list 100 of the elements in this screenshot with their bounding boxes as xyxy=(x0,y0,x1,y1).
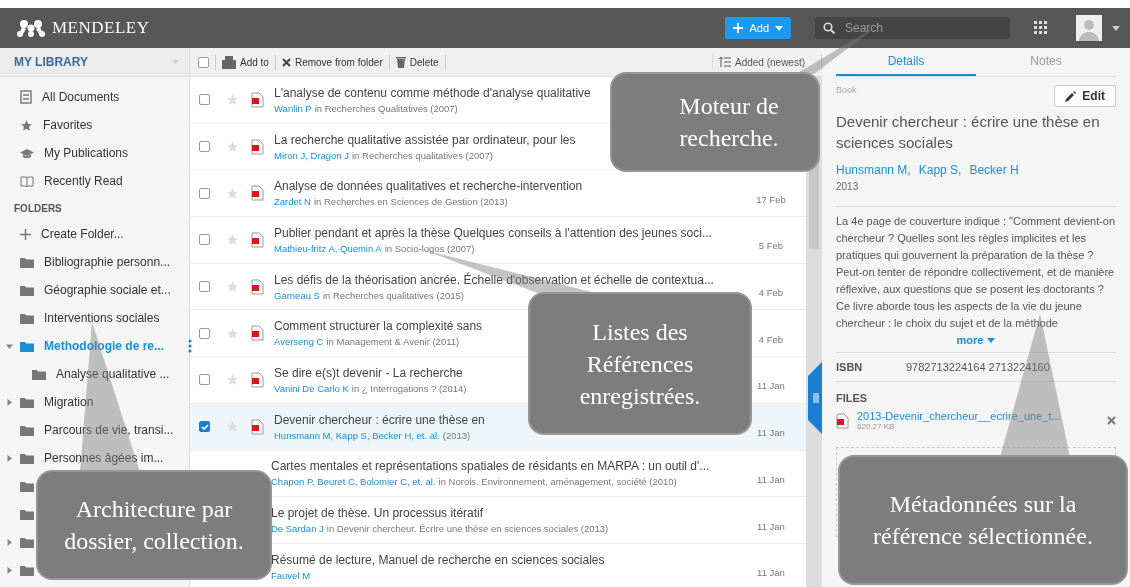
pdf-file-icon xyxy=(251,278,264,295)
folder-item[interactable]: Géographie sociale et... xyxy=(0,276,175,304)
author-list[interactable]: Garneau S xyxy=(274,289,320,301)
document-title[interactable]: Se dire e(s)t devenir - La recherche xyxy=(274,365,463,380)
row-checkbox[interactable] xyxy=(199,141,210,153)
search-field[interactable]: Search xyxy=(815,17,1010,39)
star-icon[interactable] xyxy=(226,140,239,154)
star-icon[interactable] xyxy=(226,93,239,107)
star-icon xyxy=(20,118,33,132)
document-title[interactable]: Publier pendant et après la thèse Quelques conseils à l'attention des jeunes soci... xyxy=(274,225,712,240)
pdf-file-icon xyxy=(251,185,264,202)
folder-icon xyxy=(20,508,34,520)
library-item[interactable]: Favorites xyxy=(0,111,97,139)
caret-icon[interactable] xyxy=(6,538,13,546)
caret-icon[interactable] xyxy=(1112,25,1120,31)
author-list[interactable]: Wanlin P xyxy=(274,102,312,114)
author-list[interactable]: Miron J, Dragon J xyxy=(274,149,349,161)
select-all-checkbox[interactable] xyxy=(198,56,209,68)
logo-text: MENDELEY xyxy=(52,18,150,38)
author-list[interactable]: De Sardan J xyxy=(271,523,324,535)
panel-collapse-handle[interactable] xyxy=(806,362,822,434)
document-type: Book xyxy=(836,85,857,95)
author-list[interactable]: Zardet N xyxy=(274,196,311,208)
folder-icon xyxy=(20,312,34,324)
library-item[interactable]: All Documents xyxy=(0,83,124,111)
folder-add-icon xyxy=(222,55,236,69)
document-title[interactable]: Analyse de données qualitatives et recherche-intervention xyxy=(274,179,583,194)
row-checkbox[interactable] xyxy=(199,421,210,433)
row-checkbox[interactable] xyxy=(199,94,210,106)
star-icon[interactable] xyxy=(226,186,239,200)
caret-icon[interactable] xyxy=(6,398,13,406)
caret-icon[interactable] xyxy=(6,454,13,462)
plus-icon xyxy=(20,228,31,240)
library-item[interactable]: Recently Read xyxy=(0,167,127,195)
create-folder-item[interactable]: Create Folder... xyxy=(0,220,128,248)
folders-heading: FOLDERS xyxy=(13,202,63,216)
close-icon[interactable] xyxy=(1107,416,1116,425)
date-added: 4 Feb xyxy=(758,287,784,299)
document-title[interactable]: Devenir chercheur : écrire une thèse en xyxy=(274,412,485,427)
pdf-file-icon xyxy=(251,325,264,342)
row-checkbox[interactable] xyxy=(199,374,210,386)
document-title[interactable]: Le projet de thèse. Un processus itératif xyxy=(271,506,484,521)
folder-item[interactable]: Analyse qualitative ... xyxy=(0,360,174,388)
row-checkbox[interactable] xyxy=(199,234,210,246)
folder-icon xyxy=(20,480,34,492)
author-list[interactable]: Chapon P, Beuret C, Bolomier C, et. al. xyxy=(271,476,436,488)
cross-icon xyxy=(281,57,291,67)
folder-icon xyxy=(20,424,34,436)
remove-from-folder-button[interactable]: Remove from folder xyxy=(275,54,390,70)
caret-icon[interactable] xyxy=(6,566,13,574)
folder-item[interactable]: Interventions sociales xyxy=(0,304,164,332)
date-added: 4 Feb xyxy=(758,333,784,345)
author-list[interactable]: Averseng C xyxy=(274,336,324,348)
library-item[interactable]: My Publications xyxy=(0,139,133,167)
folder-item[interactable]: Parcours de vie, transi... xyxy=(0,416,178,444)
delete-button[interactable]: Delete xyxy=(389,54,446,70)
folder-item[interactable]: Bibliographie personn... xyxy=(0,248,175,276)
row-checkbox[interactable] xyxy=(199,187,210,199)
author-list[interactable]: Mathieu-fritz A, Quemin A xyxy=(274,242,382,254)
apps-grid-icon[interactable] xyxy=(1034,21,1048,35)
pencil-icon xyxy=(1065,90,1077,102)
folder-icon xyxy=(20,256,34,268)
star-icon[interactable] xyxy=(226,280,239,294)
date-added: 17 Feb xyxy=(756,193,786,205)
folder-item[interactable]: Personnes âgées im... xyxy=(0,444,168,472)
edit-button[interactable]: Edit xyxy=(1054,85,1116,107)
author-list[interactable]: Vanini De Carlo K xyxy=(274,382,349,394)
folder-item[interactable]: Migration xyxy=(0,388,98,416)
row-checkbox[interactable] xyxy=(199,281,210,293)
document-title[interactable]: La recherche qualitative assistée par ordinateur, pour les xyxy=(274,132,576,147)
add-to-button[interactable]: Add to xyxy=(216,54,276,70)
isbn-label: ISBN xyxy=(836,361,864,373)
library-heading: MY LIBRARY xyxy=(14,55,88,69)
document-source: in ¿ Interrogations ? (2014) xyxy=(351,382,467,394)
date-added: 11 Jan xyxy=(757,473,785,485)
document-title[interactable]: Comment structurer la complexité sans xyxy=(274,319,483,334)
date-added: 11 Jan xyxy=(757,380,785,392)
more-options-icon[interactable] xyxy=(188,339,192,353)
row-checkbox[interactable] xyxy=(199,327,210,339)
star-icon[interactable] xyxy=(226,373,239,387)
star-icon[interactable] xyxy=(226,420,239,434)
folder-icon xyxy=(32,368,46,380)
document-title[interactable]: Les défis de la théorisation ancrée. Échelle d'observation et échelle de contextua... xyxy=(274,272,714,287)
pdf-file-icon xyxy=(251,91,264,108)
star-icon[interactable] xyxy=(226,233,239,247)
document-source: (2013) xyxy=(442,429,471,441)
document-title[interactable]: Résumé de lecture, Manuel de recherche en sciences sociales xyxy=(271,552,605,567)
document-source: in Devenir chercheur. Écrire une thèse en sciences sociales (2013) xyxy=(326,523,609,535)
folder-icon xyxy=(20,396,34,408)
star-icon[interactable] xyxy=(226,326,239,340)
avatar-icon[interactable] xyxy=(1076,15,1102,41)
caret-icon xyxy=(987,337,996,343)
folder-icon xyxy=(20,564,34,576)
logo-icon xyxy=(16,19,46,37)
document-title[interactable]: Cartes mentales et représentations spatiales de résidants en MARPA : un outil d'... xyxy=(271,459,710,474)
caret-icon[interactable] xyxy=(6,342,13,350)
document-title: Devenir chercheur : écrire une thèse en sciences sociales xyxy=(836,112,1101,153)
document-source: in Management & Avenir (2011) xyxy=(326,336,460,348)
document-title[interactable]: L'analyse de contenu comme méthode d'analyse qualitative xyxy=(274,85,591,100)
author-list[interactable]: Fauvel M xyxy=(271,569,311,581)
